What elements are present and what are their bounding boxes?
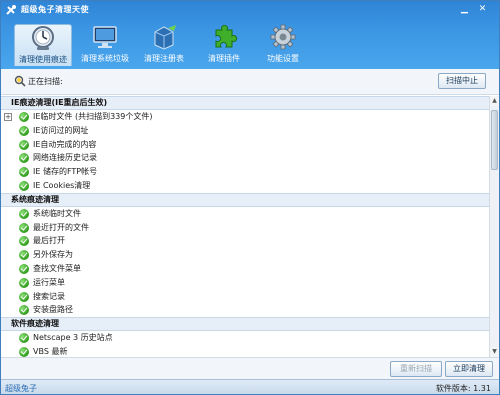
monitor-icon	[93, 26, 117, 48]
tab-clean-plugins[interactable]: 清理插件	[200, 24, 248, 66]
list-item[interactable]: + IE临时文件 (共扫描到339个文件)	[1, 110, 489, 124]
list-item[interactable]: 搜索记录	[1, 290, 489, 304]
tab-settings[interactable]: 功能设置	[259, 24, 307, 66]
cleanup-item-list: IE痕迹清理(IE重启后生效) + IE临时文件 (共扫描到339个文件) IE…	[1, 96, 489, 357]
group-header-software: 软件痕迹清理	[1, 317, 489, 332]
puzzle-icon	[215, 24, 238, 48]
item-label: VBS 最新	[33, 346, 68, 356]
footer-bar: 超级兔子 软件版本: 1.31	[1, 379, 499, 394]
group-header-ie: IE痕迹清理(IE重启后生效)	[1, 96, 489, 110]
tab-label: 清理系统垃圾	[81, 54, 129, 63]
checked-icon[interactable]	[19, 112, 29, 122]
rescan-button[interactable]: 重新扫描	[390, 361, 442, 377]
list-item[interactable]: IE访问过的网址	[1, 124, 489, 138]
item-label: 查找文件菜单	[33, 263, 81, 273]
scroll-up-arrow-icon[interactable]: ▲	[490, 96, 499, 106]
scan-status-bar: 正在扫描:	[1, 69, 499, 95]
list-item[interactable]: 最后打开	[1, 234, 489, 248]
item-label: IE访问过的网址	[33, 125, 89, 135]
list-item[interactable]: 安装盘路径	[1, 303, 489, 317]
clock-icon	[32, 26, 54, 50]
checked-icon[interactable]	[19, 180, 29, 191]
checked-icon[interactable]	[19, 333, 29, 344]
tab-label: 功能设置	[267, 54, 299, 63]
list-item[interactable]: IE Cookies清理	[1, 179, 489, 193]
list-item[interactable]: 系统临时文件	[1, 207, 489, 221]
tab-clean-usage-traces[interactable]: 清理使用痕迹	[14, 24, 72, 66]
app-logo-icon	[6, 5, 16, 15]
item-label: Netscape 3 历史站点	[33, 333, 113, 343]
checked-icon[interactable]	[19, 222, 29, 233]
checked-icon[interactable]	[19, 125, 29, 136]
checked-icon[interactable]	[19, 291, 29, 302]
item-label: 安装盘路径	[33, 305, 73, 315]
checked-icon[interactable]	[19, 139, 29, 150]
scan-status-label: 正在扫描:	[28, 77, 63, 86]
tab-clean-registry[interactable]: 清理注册表	[138, 24, 190, 66]
app-window: 超级兔子清理天使 ▁ ✕ 清理使用痕迹 清理系统垃圾 清理注册表 清理插件 功能…	[0, 0, 500, 395]
stop-scan-button[interactable]: 扫描中止	[438, 73, 486, 89]
checked-icon[interactable]	[19, 167, 29, 178]
item-label: IE 储存的FTP帐号	[33, 167, 98, 177]
brand-link[interactable]: 超级兔子	[5, 383, 37, 394]
clean-now-button[interactable]: 立即清理	[445, 361, 493, 377]
tab-label: 清理注册表	[144, 54, 184, 63]
item-label: 最近打开的文件	[33, 222, 89, 232]
scroll-down-arrow-icon[interactable]: ▼	[490, 347, 499, 357]
version-label: 软件版本: 1.31	[435, 384, 491, 393]
list-item[interactable]: 查找文件菜单	[1, 262, 489, 276]
checked-icon[interactable]	[19, 153, 29, 164]
scanning-icon	[14, 75, 26, 87]
list-item[interactable]: VBS 最新	[1, 345, 489, 357]
window-title: 超级兔子清理天使	[21, 5, 89, 14]
item-label: 另外保存为	[33, 250, 73, 260]
tab-clean-system-junk[interactable]: 清理系统垃圾	[77, 24, 133, 66]
group-header-system: 系统痕迹清理	[1, 192, 489, 207]
gear-icon	[270, 24, 296, 50]
checked-icon[interactable]	[19, 277, 29, 288]
close-button[interactable]: ✕	[477, 4, 488, 15]
list-item[interactable]: Netscape 3 历史站点	[1, 331, 489, 345]
item-label: 运行菜单	[33, 277, 65, 287]
list-item[interactable]: IE自动完成的内容	[1, 138, 489, 152]
item-label: IE Cookies清理	[33, 180, 91, 190]
list-item[interactable]: 最近打开的文件	[1, 221, 489, 235]
registry-icon	[154, 25, 176, 50]
list-item[interactable]: 网络连接历史记录	[1, 151, 489, 165]
expand-plus-icon[interactable]: +	[4, 113, 12, 121]
item-label: IE自动完成的内容	[33, 139, 97, 149]
list-item[interactable]: 另外保存为	[1, 248, 489, 262]
item-label: 系统临时文件	[33, 208, 81, 218]
scrollbar-thumb[interactable]	[491, 110, 498, 170]
item-label: 网络连接历史记录	[33, 153, 97, 163]
list-item[interactable]: 运行菜单	[1, 276, 489, 290]
checked-icon[interactable]	[19, 236, 29, 247]
checked-icon[interactable]	[19, 346, 29, 357]
item-label: IE临时文件 (共扫描到339个文件)	[33, 112, 153, 121]
item-label: 最后打开	[33, 236, 65, 246]
checked-icon[interactable]	[19, 305, 29, 316]
list-item[interactable]: IE 储存的FTP帐号	[1, 165, 489, 179]
checked-icon[interactable]	[19, 208, 29, 219]
tab-label: 清理插件	[208, 54, 240, 63]
checked-icon[interactable]	[19, 250, 29, 261]
item-label: 搜索记录	[33, 291, 65, 301]
checked-icon[interactable]	[19, 263, 29, 274]
title-bar: 超级兔子清理天使 ▁ ✕ 清理使用痕迹 清理系统垃圾 清理注册表 清理插件 功能…	[1, 1, 499, 69]
tab-label: 清理使用痕迹	[19, 55, 67, 64]
list-scrollbar[interactable]: ▲ ▼	[489, 96, 499, 357]
minimize-button[interactable]: ▁	[459, 4, 470, 15]
